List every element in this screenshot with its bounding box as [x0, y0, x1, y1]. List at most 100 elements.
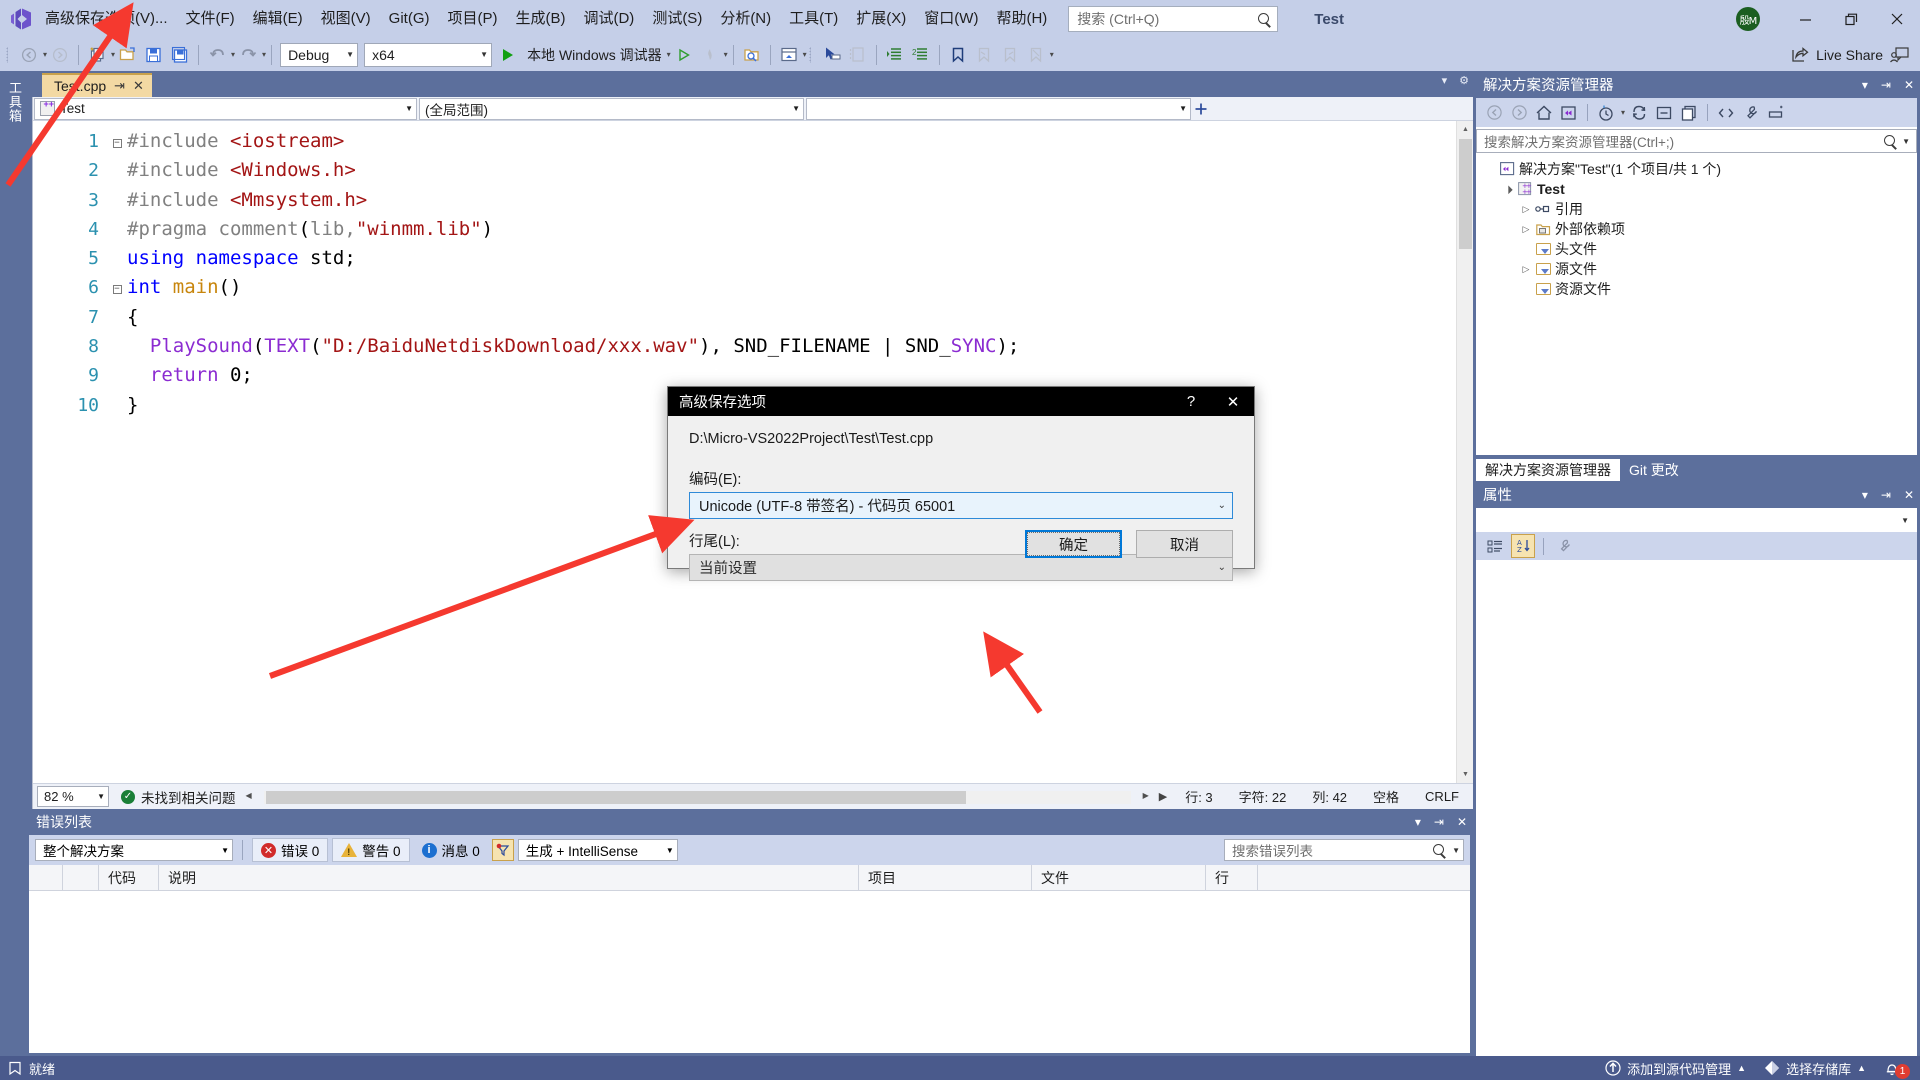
- navigate-backward-icon[interactable]: [16, 42, 42, 68]
- restore-icon[interactable]: [1828, 0, 1874, 38]
- hscroll-right-icon[interactable]: ▶: [1143, 791, 1149, 800]
- minimize-icon[interactable]: [1782, 0, 1828, 38]
- pin-icon[interactable]: ⇥: [1881, 488, 1891, 502]
- refresh-icon[interactable]: [1628, 102, 1650, 124]
- fold-margin[interactable]: −: [109, 127, 125, 156]
- redo-icon[interactable]: [235, 42, 261, 68]
- collapse-icon[interactable]: −: [113, 285, 122, 294]
- pin-icon[interactable]: ⇥: [1881, 78, 1891, 92]
- menu-item-extensions[interactable]: 扩展(X): [847, 6, 915, 32]
- close-icon[interactable]: ✕: [1457, 815, 1467, 829]
- clear-bookmarks-icon[interactable]: [1023, 42, 1049, 68]
- menu-item-git[interactable]: Git(G): [380, 6, 439, 32]
- error-source-dropdown[interactable]: 生成 + IntelliSense ▼: [518, 839, 678, 861]
- start-without-debugging-icon[interactable]: [671, 42, 697, 68]
- chevron-right-icon[interactable]: ▷: [1518, 264, 1534, 275]
- tree-node[interactable]: ▷源文件: [1476, 259, 1917, 279]
- navigate-forward-icon[interactable]: [47, 42, 73, 68]
- line-endings-dropdown[interactable]: 当前设置 ⌄: [689, 554, 1233, 581]
- col-line[interactable]: 行: [1206, 865, 1258, 891]
- nav-project-dropdown[interactable]: Test ▼: [34, 98, 417, 120]
- select-repository-button[interactable]: 选择存储库 ▲: [1764, 1059, 1866, 1078]
- close-tab-icon[interactable]: ✕: [133, 78, 144, 94]
- col-spacer[interactable]: [29, 865, 63, 891]
- show-all-files-icon[interactable]: [1678, 102, 1700, 124]
- collapse-icon[interactable]: −: [113, 139, 122, 148]
- open-file-icon[interactable]: [115, 42, 141, 68]
- nav-scope-dropdown[interactable]: (全局范围) ▼: [419, 98, 804, 120]
- menu-item-window[interactable]: 窗口(W): [915, 6, 987, 32]
- scroll-down-icon[interactable]: ▼: [1457, 766, 1474, 783]
- scroll-up-icon[interactable]: ▲: [1457, 121, 1474, 138]
- menu-item-edit[interactable]: 编辑(E): [244, 6, 312, 32]
- status-eol[interactable]: CRLF: [1425, 789, 1459, 804]
- toggle-bookmark-icon[interactable]: [945, 42, 971, 68]
- col-project[interactable]: 项目: [859, 865, 1032, 891]
- menu-item-help[interactable]: 帮助(H): [987, 6, 1056, 32]
- menu-item-file[interactable]: 文件(F): [177, 6, 244, 32]
- tab-git-changes[interactable]: Git 更改: [1620, 459, 1688, 481]
- dialog-help-icon[interactable]: ?: [1170, 387, 1212, 416]
- col-file[interactable]: 文件: [1032, 865, 1206, 891]
- encoding-dropdown[interactable]: Unicode (UTF-8 带签名) - 代码页 65001 ⌄: [689, 492, 1233, 519]
- notifications-button[interactable]: 1: [1884, 1058, 1910, 1079]
- tab-solution-explorer[interactable]: 解决方案资源管理器: [1476, 459, 1620, 481]
- home-icon[interactable]: [1533, 102, 1555, 124]
- categorized-icon[interactable]: [1483, 534, 1507, 558]
- properties-grid[interactable]: [1476, 560, 1917, 1056]
- chevron-down-icon[interactable]: ◢: [1499, 180, 1517, 198]
- close-icon[interactable]: [1874, 0, 1920, 38]
- start-debugging-icon[interactable]: [495, 42, 521, 68]
- toolbar-overflow-icon[interactable]: ▾: [1050, 50, 1054, 59]
- global-search-box[interactable]: 搜索 (Ctrl+Q): [1068, 6, 1278, 32]
- forward-icon[interactable]: [1508, 102, 1530, 124]
- editor-horizontal-scrollbar[interactable]: ◀ ▶: [242, 789, 1153, 805]
- menu-item-analyze[interactable]: 分析(N): [711, 6, 780, 32]
- col-code[interactable]: 代码: [99, 865, 159, 891]
- back-icon[interactable]: [1483, 102, 1505, 124]
- toolbar-grip-2[interactable]: [807, 45, 816, 65]
- tabstrip-settings-icon[interactable]: ⚙: [1459, 74, 1469, 87]
- properties-object-dropdown[interactable]: ▼: [1476, 508, 1917, 532]
- hscroll-thumb[interactable]: [266, 791, 966, 804]
- previous-bookmark-icon[interactable]: [971, 42, 997, 68]
- cancel-button[interactable]: 取消: [1136, 530, 1233, 558]
- close-icon[interactable]: ✕: [1904, 488, 1914, 502]
- new-project-icon[interactable]: [84, 42, 110, 68]
- col-severity[interactable]: [63, 865, 99, 891]
- panel-menu-icon[interactable]: ▾: [1862, 78, 1868, 92]
- dialog-close-icon[interactable]: ✕: [1212, 387, 1254, 416]
- hot-reload-icon[interactable]: [697, 42, 723, 68]
- solution-platform-dropdown[interactable]: x64 ▼: [364, 43, 492, 67]
- pending-changes-icon[interactable]: [1595, 102, 1617, 124]
- toolbar-grip[interactable]: [4, 45, 13, 65]
- find-in-files-icon[interactable]: [739, 42, 765, 68]
- code-view-icon[interactable]: [1715, 102, 1737, 124]
- error-scope-dropdown[interactable]: 整个解决方案 ▼: [35, 839, 233, 861]
- tree-node[interactable]: 资源文件: [1476, 279, 1917, 299]
- save-all-icon[interactable]: [167, 42, 193, 68]
- add-to-source-control-button[interactable]: 添加到源代码管理 ▲: [1605, 1059, 1746, 1078]
- status-indentation[interactable]: 空格: [1373, 787, 1399, 806]
- increase-indent-icon[interactable]: [882, 42, 908, 68]
- errors-toggle[interactable]: ✕ 错误 0: [252, 838, 328, 862]
- zoom-level-dropdown[interactable]: 82 % ▼: [37, 786, 109, 807]
- scroll-thumb[interactable]: [1459, 139, 1472, 249]
- warnings-toggle[interactable]: 警告 0: [332, 838, 409, 862]
- debug-target-label[interactable]: 本地 Windows 调试器: [527, 45, 662, 65]
- solution-explorer-window-icon[interactable]: [776, 42, 802, 68]
- tree-node[interactable]: ▷外部依赖项: [1476, 219, 1917, 239]
- menu-item-project[interactable]: 项目(P): [438, 6, 506, 32]
- panel-menu-icon[interactable]: ▾: [1415, 815, 1421, 829]
- hot-reload-dropdown-icon[interactable]: ▾: [724, 50, 728, 59]
- search-options-icon[interactable]: ▼: [1452, 846, 1460, 855]
- tree-node[interactable]: ◢++++Test: [1476, 179, 1917, 199]
- solution-explorer-search-input[interactable]: 搜索解决方案资源管理器(Ctrl+;) ▼: [1476, 129, 1917, 153]
- preview-icon[interactable]: [1765, 102, 1787, 124]
- undo-icon[interactable]: [204, 42, 230, 68]
- tab-list-dropdown-icon[interactable]: ▾: [1442, 74, 1448, 87]
- tree-node[interactable]: 解决方案"Test"(1 个项目/共 1 个): [1476, 159, 1917, 179]
- panel-menu-icon[interactable]: ▾: [1862, 488, 1868, 502]
- avatar[interactable]: 殷M: [1736, 7, 1760, 31]
- toolbox-strip[interactable]: 工具箱: [0, 71, 26, 1056]
